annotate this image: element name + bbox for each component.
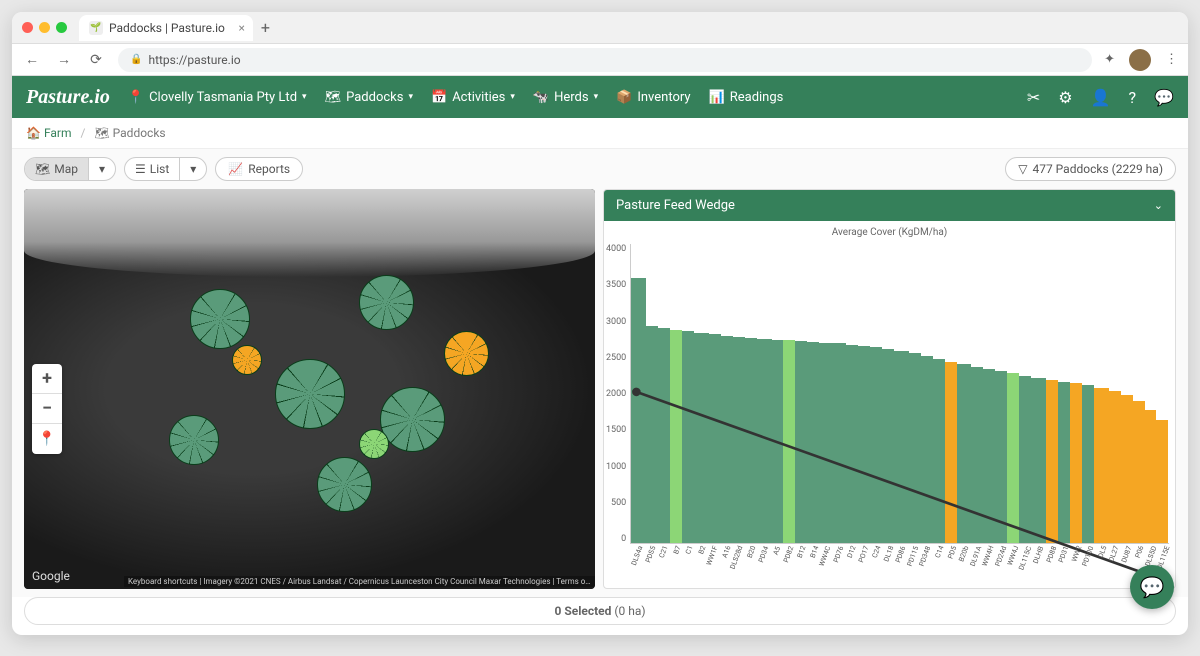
list-view-dropdown[interactable]: ▾ xyxy=(180,158,206,180)
nav-herds[interactable]: 🐄 Herds ▾ xyxy=(533,90,598,105)
list-view-button[interactable]: ☰ List xyxy=(125,158,180,180)
tab-title: Paddocks | Pasture.io xyxy=(109,21,225,35)
nav-inventory[interactable]: 📦 Inventory xyxy=(616,90,690,105)
chevron-down-icon: ▾ xyxy=(99,162,105,176)
map-view-dropdown[interactable]: ▾ xyxy=(89,158,115,180)
farm-selector[interactable]: 📍 Clovelly Tasmania Pty Ltd ▾ xyxy=(128,90,307,105)
lock-icon: 🔒 xyxy=(130,54,142,65)
window-controls xyxy=(22,22,67,33)
status-bar: 0 Selected (0 ha) xyxy=(24,597,1176,625)
chart-panel: Pasture Feed Wedge ⌄ Average Cover (KgDM… xyxy=(603,189,1176,589)
app-nav-bar: Pasture.io 📍 Clovelly Tasmania Pty Ltd ▾… xyxy=(12,76,1188,118)
map-icon: 🗺 xyxy=(94,126,109,140)
x-axis: DLS4aPDS5C21B7C1B2WW1FA16DLS28dB20PD34A5… xyxy=(630,544,1169,584)
zoom-in-button[interactable]: + xyxy=(32,364,62,394)
browser-tab-bar: 🌱 Paddocks | Pasture.io × + xyxy=(12,12,1188,44)
y-axis: 40003500300025002000150010005000 xyxy=(606,244,630,584)
close-window-icon[interactable] xyxy=(22,22,33,33)
zoom-out-button[interactable]: − xyxy=(32,394,62,424)
google-attribution: Google xyxy=(32,569,70,583)
map-icon: 🗺 xyxy=(325,90,342,105)
map-view-button[interactable]: 🗺 Map xyxy=(25,158,89,180)
back-icon[interactable]: ← xyxy=(22,51,42,68)
brand-logo[interactable]: Pasture.io xyxy=(26,86,110,109)
toolbar: 🗺 Map ▾ ☰ List ▾ 📈 Reports xyxy=(12,149,1188,189)
reports-button[interactable]: 📈 Reports xyxy=(215,157,303,181)
pin-icon: 📍 xyxy=(128,90,144,105)
breadcrumb-current: Paddocks xyxy=(113,126,166,140)
chevron-down-icon: ▾ xyxy=(408,92,413,102)
calendar-icon: 📅 xyxy=(431,90,447,105)
breadcrumb: 🏠 Farm / 🗺 Paddocks xyxy=(12,118,1188,149)
chart-icon: 📈 xyxy=(228,162,243,176)
extension-icon[interactable]: ✦ xyxy=(1104,52,1115,67)
nav-paddocks[interactable]: 🗺 Paddocks ▾ xyxy=(325,90,413,105)
chevron-down-icon: ▾ xyxy=(510,92,515,102)
reload-icon[interactable]: ⟳ xyxy=(86,52,106,68)
profile-avatar[interactable] xyxy=(1129,49,1151,71)
chat-icon[interactable]: 💬 xyxy=(1154,88,1174,107)
tools-icon[interactable]: ✂ xyxy=(1027,88,1040,107)
chevron-down-icon: ▾ xyxy=(594,92,599,102)
nav-readings[interactable]: 📊 Readings xyxy=(709,90,784,105)
settings-icon[interactable]: ⚙ xyxy=(1058,88,1072,107)
breadcrumb-home[interactable]: Farm xyxy=(44,126,72,140)
address-bar: ← → ⟳ 🔒 https://pasture.io ✦ ⋮ xyxy=(12,44,1188,76)
box-icon: 📦 xyxy=(616,90,632,105)
forward-icon[interactable]: → xyxy=(54,51,74,68)
new-tab-button[interactable]: + xyxy=(261,18,270,37)
filter-icon: ▽ xyxy=(1018,162,1027,176)
chart-header[interactable]: Pasture Feed Wedge ⌄ xyxy=(604,190,1175,221)
maximize-window-icon[interactable] xyxy=(56,22,67,33)
help-icon[interactable]: ? xyxy=(1129,88,1137,107)
browser-tab[interactable]: 🌱 Paddocks | Pasture.io × xyxy=(79,15,253,41)
gauge-icon: 📊 xyxy=(709,90,725,105)
list-icon: ☰ xyxy=(135,162,146,176)
chart-header-title: Pasture Feed Wedge xyxy=(616,198,735,213)
chart-title: Average Cover (KgDM/ha) xyxy=(604,221,1175,244)
user-icon[interactable]: 👤 xyxy=(1091,88,1111,107)
paddock-overlay[interactable] xyxy=(127,261,550,541)
menu-icon[interactable]: ⋮ xyxy=(1165,52,1178,67)
chart-bars[interactable] xyxy=(630,244,1169,544)
farm-name: Clovelly Tasmania Pty Ltd xyxy=(149,90,297,105)
url-text: https://pasture.io xyxy=(148,53,240,67)
home-icon[interactable]: 🏠 xyxy=(26,126,41,140)
map-controls: + − 📍 xyxy=(32,364,62,454)
chevron-down-icon: ⌄ xyxy=(1154,199,1163,212)
map-icon: 🗺 xyxy=(35,162,50,176)
favicon-icon: 🌱 xyxy=(89,21,103,35)
chat-fab[interactable]: 💬 xyxy=(1130,565,1174,609)
nav-activities[interactable]: 📅 Activities ▾ xyxy=(431,90,515,105)
map-panel[interactable]: + − 📍 Google Keyboard shortcuts | Imager… xyxy=(24,189,595,589)
locate-button[interactable]: 📍 xyxy=(32,424,62,454)
paddock-summary[interactable]: ▽ 477 Paddocks (2229 ha) xyxy=(1005,157,1176,181)
imagery-attribution: Keyboard shortcuts | Imagery ©2021 CNES … xyxy=(124,576,595,587)
chevron-down-icon: ▾ xyxy=(302,92,307,102)
close-tab-icon[interactable]: × xyxy=(238,21,244,35)
url-field[interactable]: 🔒 https://pasture.io xyxy=(118,48,1092,72)
minimize-window-icon[interactable] xyxy=(39,22,50,33)
chevron-down-icon: ▾ xyxy=(190,162,196,176)
cow-icon: 🐄 xyxy=(533,90,549,105)
